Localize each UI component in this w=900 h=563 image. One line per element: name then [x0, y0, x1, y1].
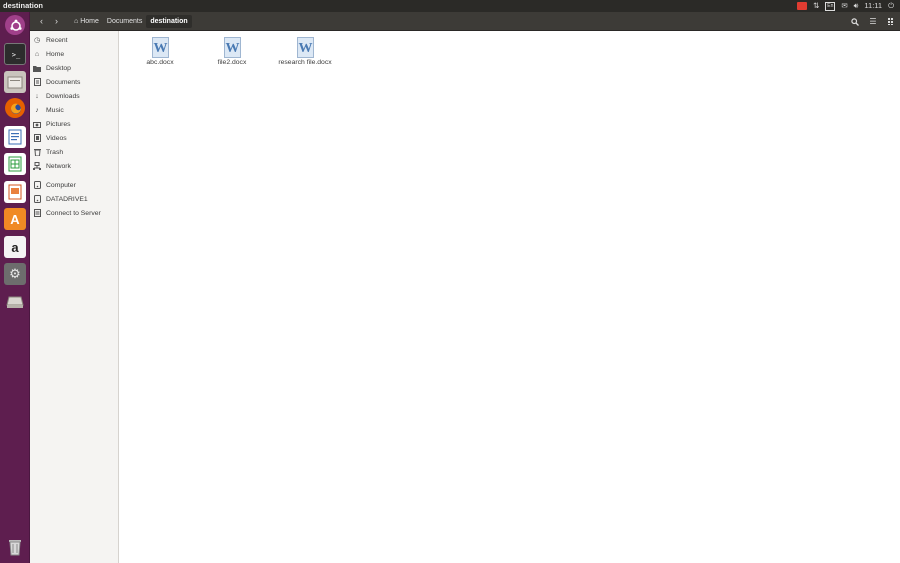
files-icon[interactable]: [4, 71, 26, 93]
folder-icon: [33, 64, 41, 72]
software-center-icon[interactable]: A: [4, 208, 26, 230]
sidebar-item-label: Pictures: [46, 120, 71, 128]
home-icon: ⌂: [34, 50, 40, 58]
breadcrumb-label: Home: [80, 18, 99, 25]
calc-icon[interactable]: [4, 153, 26, 175]
home-icon: ⌂: [74, 18, 79, 25]
firefox-icon[interactable]: [5, 98, 25, 118]
clock[interactable]: 11:11: [864, 1, 882, 11]
sidebar-item-label: Desktop: [46, 64, 71, 72]
sidebar-item-videos[interactable]: Videos: [33, 132, 117, 144]
network-updown-icon[interactable]: ⇅: [813, 1, 819, 11]
music-icon: ♪: [35, 106, 39, 114]
list-view-icon[interactable]: ☰: [868, 15, 878, 28]
drive-icon: [33, 195, 41, 203]
word-document-icon: W: [224, 37, 241, 58]
sidebar-item-label: Recent: [46, 36, 68, 44]
amazon-icon[interactable]: a: [4, 236, 26, 258]
ubuntu-dash-icon[interactable]: [5, 15, 25, 35]
breadcrumb-home[interactable]: ⌂ Home: [70, 15, 103, 28]
terminal-icon[interactable]: >_: [4, 43, 26, 65]
trash-icon: [33, 148, 41, 156]
svg-text:W: W: [299, 41, 313, 56]
window-title: destination: [3, 1, 44, 10]
download-icon: ↓: [35, 92, 39, 100]
drive-icon: [33, 181, 41, 189]
trash-icon[interactable]: [4, 536, 26, 558]
sidebar-item-network[interactable]: Network: [33, 160, 117, 172]
power-icon[interactable]: ⏻: [888, 1, 894, 11]
sidebar-item-pictures[interactable]: Pictures: [33, 118, 117, 130]
volume-icon[interactable]: 🔊︎: [854, 1, 859, 11]
sidebar-item-connect-to-server[interactable]: Connect to Server: [33, 207, 117, 219]
breadcrumb-label: destination: [150, 18, 188, 25]
forward-button[interactable]: ›: [50, 14, 63, 28]
sidebar-item-label: Trash: [46, 148, 64, 156]
file-name: research file.docx: [278, 59, 332, 66]
sidebar-item-label: Documents: [46, 78, 81, 86]
word-document-icon: W: [297, 37, 314, 58]
file-item[interactable]: W abc.docx: [125, 37, 195, 71]
launcher: >_ A a ⚙: [0, 12, 30, 563]
mail-icon[interactable]: ✉: [841, 1, 847, 11]
alert-indicator-icon[interactable]: [796, 2, 807, 10]
writer-icon[interactable]: [4, 126, 26, 148]
file-name: abc.docx: [146, 59, 174, 66]
sidebar-item-label: Computer: [46, 181, 76, 189]
clock-icon: ◷: [33, 37, 41, 44]
breadcrumb-label: Documents: [106, 18, 143, 25]
file-item[interactable]: W file2.docx: [197, 37, 267, 71]
server-icon: [33, 209, 41, 217]
breadcrumb-destination[interactable]: destination: [146, 15, 192, 28]
sidebar-item-label: Downloads: [46, 92, 80, 100]
sidebar-item-label: Home: [46, 50, 65, 58]
svg-text:W: W: [154, 41, 168, 56]
file-name: file2.docx: [217, 59, 247, 66]
camera-icon: [33, 120, 41, 128]
top-panel: destination ⇅ En ✉ 🔊︎ 11:11 ⏻: [0, 0, 900, 12]
sidebar-item-label: Videos: [46, 134, 67, 142]
places-sidebar: ◷ Recent ⌂ Home Desktop Documents ↓ Down…: [30, 31, 119, 563]
file-item[interactable]: W research file.docx: [270, 37, 340, 71]
sidebar-item-music[interactable]: ♪ Music: [33, 104, 117, 116]
breadcrumb: ⌂ Home Documents destination: [70, 15, 192, 28]
sidebar-item-label: Music: [46, 106, 64, 114]
sidebar-item-desktop[interactable]: Desktop: [33, 62, 117, 74]
sidebar-item-recent[interactable]: ◷ Recent: [33, 34, 117, 46]
indicator-area: ⇅ En ✉ 🔊︎ 11:11 ⏻: [796, 1, 894, 11]
impress-icon[interactable]: [4, 181, 26, 203]
search-icon[interactable]: [850, 15, 860, 28]
documents-icon: [33, 78, 41, 86]
sidebar-item-trash[interactable]: Trash: [33, 146, 117, 158]
sidebar-item-home[interactable]: ⌂ Home: [33, 48, 117, 60]
sidebar-item-downloads[interactable]: ↓ Downloads: [33, 90, 117, 102]
back-button[interactable]: ‹: [35, 14, 48, 28]
breadcrumb-documents[interactable]: Documents: [103, 15, 146, 28]
window-headerbar: ‹ › ⌂ Home Documents destination ☰: [30, 12, 900, 31]
grid-view-icon[interactable]: [886, 15, 896, 28]
sidebar-item-datadrive1[interactable]: DATADRIVE1: [33, 193, 117, 205]
film-icon: [33, 134, 41, 142]
removable-drive-icon[interactable]: [4, 291, 26, 313]
file-view: W abc.docx W file2.docx W research file.…: [120, 31, 900, 563]
svg-text:W: W: [226, 41, 240, 56]
sidebar-item-label: DATADRIVE1: [46, 195, 88, 203]
settings-icon[interactable]: ⚙: [4, 263, 26, 285]
sidebar-item-label: Network: [46, 162, 71, 170]
network-icon: [33, 162, 41, 170]
keyboard-layout-indicator[interactable]: En: [825, 1, 836, 11]
sidebar-item-label: Connect to Server: [46, 209, 101, 217]
sidebar-item-computer[interactable]: Computer: [33, 179, 117, 191]
headerbar-actions: ☰: [850, 15, 896, 28]
sidebar-item-documents[interactable]: Documents: [33, 76, 117, 88]
word-document-icon: W: [152, 37, 169, 58]
